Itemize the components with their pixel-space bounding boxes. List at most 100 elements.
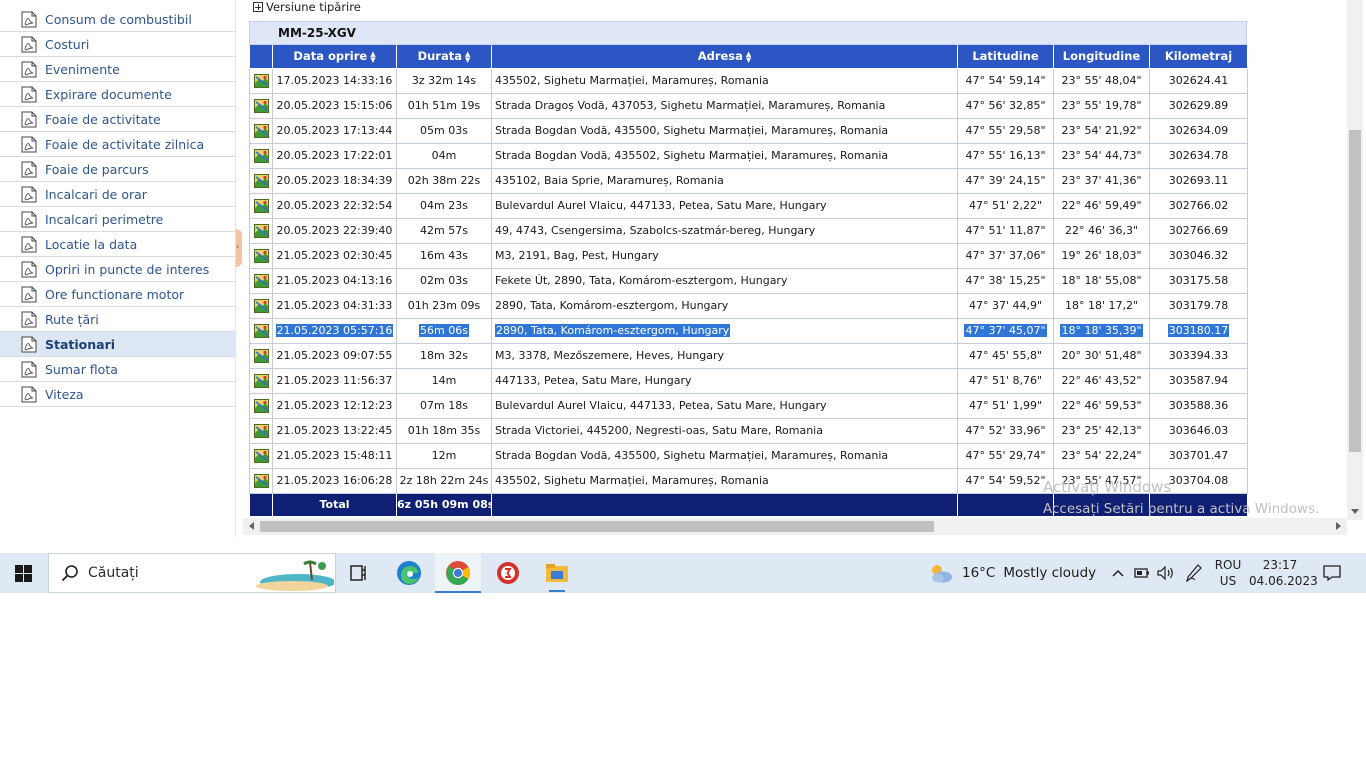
- print-version-link[interactable]: Versiune tipărire: [253, 0, 361, 14]
- notifications-button[interactable]: [1318, 553, 1346, 593]
- input-language-indicator[interactable]: ROU US: [1213, 557, 1243, 589]
- column-header-address[interactable]: Adresa ▲ ▼: [491, 45, 958, 69]
- scroll-down-arrow-icon[interactable]: [1351, 509, 1359, 514]
- map-link-cell[interactable]: [249, 317, 273, 344]
- column-header-date[interactable]: Data oprire ▲ ▼: [272, 45, 397, 69]
- map-icon[interactable]: [253, 323, 269, 338]
- table-row[interactable]: 20.05.2023 17:13:44 05m 03s Strada Bogdan …: [249, 117, 1248, 144]
- stop-longitude-cell: 23° 55' 19,78": [1053, 92, 1150, 119]
- table-row[interactable]: 21.05.2023 05:57:16 56m 06s 2890, Tata, Ko…: [249, 317, 1248, 344]
- sidebar-item[interactable]: Consum de combustibil: [0, 7, 236, 32]
- sidebar-item[interactable]: Incalcari perimetre: [0, 207, 236, 232]
- table-row[interactable]: 20.05.2023 18:34:39 02h 38m 22s 435102, Ba…: [249, 167, 1248, 194]
- table-row[interactable]: 21.05.2023 16:06:28 2z 18h 22m 24s 435502,…: [249, 467, 1248, 494]
- map-icon[interactable]: [253, 373, 269, 388]
- map-link-cell[interactable]: [249, 167, 273, 194]
- horizontal-scrollbar[interactable]: [243, 518, 1347, 535]
- weather-widget[interactable]: 16°C Mostly cloudy: [928, 553, 1096, 593]
- map-link-cell[interactable]: [249, 467, 273, 494]
- stop-odometer-cell: 302634.78: [1149, 142, 1248, 169]
- map-icon[interactable]: [253, 73, 269, 88]
- map-icon[interactable]: [253, 273, 269, 288]
- map-icon[interactable]: [253, 298, 269, 313]
- table-row[interactable]: 21.05.2023 02:30:45 16m 43s M3, 2191, Bag,…: [249, 242, 1248, 269]
- sidebar-item[interactable]: Incalcari de orar: [0, 182, 236, 207]
- column-header-duration[interactable]: Durata ▲ ▼: [396, 45, 492, 69]
- battery-button[interactable]: [1131, 553, 1153, 593]
- taskbar-chrome[interactable]: [435, 553, 481, 593]
- map-icon[interactable]: [253, 348, 269, 363]
- map-icon[interactable]: [253, 473, 269, 488]
- sidebar-item[interactable]: Viteza: [0, 382, 236, 407]
- sidebar-item[interactable]: Ore functionare motor: [0, 282, 236, 307]
- stop-address: 435502, Sighetu Marmației, Maramureș, Ro…: [495, 74, 769, 87]
- volume-button[interactable]: [1155, 553, 1177, 593]
- sidebar-item[interactable]: Stationari: [0, 332, 236, 357]
- task-view-button[interactable]: [336, 553, 382, 593]
- vertical-scroll-thumb[interactable]: [1349, 130, 1361, 452]
- table-row[interactable]: 21.05.2023 04:31:33 01h 23m 09s 2890, Tata…: [249, 292, 1248, 319]
- pen-menu-button[interactable]: [1183, 553, 1205, 593]
- map-icon[interactable]: [253, 398, 269, 413]
- map-icon[interactable]: [253, 248, 269, 263]
- map-icon[interactable]: [253, 148, 269, 163]
- sidebar-collapse-handle[interactable]: ‹: [236, 229, 242, 267]
- table-row[interactable]: 20.05.2023 22:39:40 42m 57s 49, 4743, Csen…: [249, 217, 1248, 244]
- map-icon[interactable]: [253, 423, 269, 438]
- sidebar-item[interactable]: Foaie de activitate: [0, 107, 236, 132]
- map-link-cell[interactable]: [249, 392, 273, 419]
- vertical-scrollbar[interactable]: [1347, 0, 1363, 520]
- table-row[interactable]: 21.05.2023 15:48:11 12m Strada Bogdan Vodă…: [249, 442, 1248, 469]
- map-link-cell[interactable]: [249, 117, 273, 144]
- sidebar-item[interactable]: Locatie la data: [0, 232, 236, 257]
- map-link-cell[interactable]: [249, 242, 273, 269]
- table-row[interactable]: 21.05.2023 13:22:45 01h 18m 35s Strada Vic…: [249, 417, 1248, 444]
- sidebar-item[interactable]: Opriri in puncte de interes: [0, 257, 236, 282]
- start-button[interactable]: [0, 553, 46, 593]
- stop-duration: 05m 03s: [420, 124, 468, 137]
- table-row[interactable]: 20.05.2023 17:22:01 04m Strada Bogdan Vodă…: [249, 142, 1248, 169]
- table-row[interactable]: 21.05.2023 09:07:55 18m 32s M3, 3378, Mező…: [249, 342, 1248, 369]
- sidebar-item[interactable]: Foaie de activitate zilnica: [0, 132, 236, 157]
- map-link-cell[interactable]: [249, 417, 273, 444]
- scroll-left-arrow-icon[interactable]: [249, 522, 254, 530]
- table-row[interactable]: 17.05.2023 14:33:16 3z 32m 14s 435502, Sig…: [249, 67, 1248, 94]
- sidebar-item[interactable]: Costuri: [0, 32, 236, 57]
- map-icon[interactable]: [253, 173, 269, 188]
- map-icon[interactable]: [253, 448, 269, 463]
- stop-odometer: 302766.69: [1168, 224, 1229, 237]
- sidebar-item[interactable]: Expirare documente: [0, 82, 236, 107]
- map-link-cell[interactable]: [249, 267, 273, 294]
- map-link-cell[interactable]: [249, 217, 273, 244]
- map-icon[interactable]: [253, 123, 269, 138]
- taskbar-file-explorer[interactable]: [534, 553, 580, 593]
- taskbar-clock[interactable]: 23:17 04.06.2023: [1249, 557, 1318, 589]
- table-row[interactable]: 21.05.2023 12:12:23 07m 18s Bulevardul Aur…: [249, 392, 1248, 419]
- sidebar-item[interactable]: Sumar flota: [0, 357, 236, 382]
- show-hidden-icons-button[interactable]: [1108, 553, 1128, 593]
- map-link-cell[interactable]: [249, 67, 273, 94]
- sidebar-item[interactable]: Rute țări: [0, 307, 236, 332]
- map-icon[interactable]: [253, 223, 269, 238]
- map-link-cell[interactable]: [249, 442, 273, 469]
- table-row[interactable]: 21.05.2023 04:13:16 02m 03s Fekete Út, 289…: [249, 267, 1248, 294]
- sidebar-item[interactable]: Foaie de parcurs: [0, 157, 236, 182]
- map-icon[interactable]: [253, 98, 269, 113]
- map-link-cell[interactable]: [249, 342, 273, 369]
- map-link-cell[interactable]: [249, 367, 273, 394]
- language-code: ROU: [1214, 558, 1242, 572]
- taskbar-red-app[interactable]: [485, 553, 531, 593]
- sidebar-item[interactable]: Evenimente: [0, 57, 236, 82]
- table-row[interactable]: 20.05.2023 15:15:06 01h 51m 19s Strada Dra…: [249, 92, 1248, 119]
- table-row[interactable]: 21.05.2023 11:56:37 14m 447133, Petea, Sat…: [249, 367, 1248, 394]
- taskbar-edge[interactable]: [386, 553, 432, 593]
- taskbar-search-box[interactable]: Căutați: [48, 553, 336, 593]
- scroll-right-arrow-icon[interactable]: [1336, 522, 1341, 530]
- map-link-cell[interactable]: [249, 192, 273, 219]
- map-link-cell[interactable]: [249, 92, 273, 119]
- table-row[interactable]: 20.05.2023 22:32:54 04m 23s Bulevardul Aur…: [249, 192, 1248, 219]
- map-link-cell[interactable]: [249, 292, 273, 319]
- map-icon[interactable]: [253, 198, 269, 213]
- map-link-cell[interactable]: [249, 142, 273, 169]
- horizontal-scroll-thumb[interactable]: [260, 521, 934, 532]
